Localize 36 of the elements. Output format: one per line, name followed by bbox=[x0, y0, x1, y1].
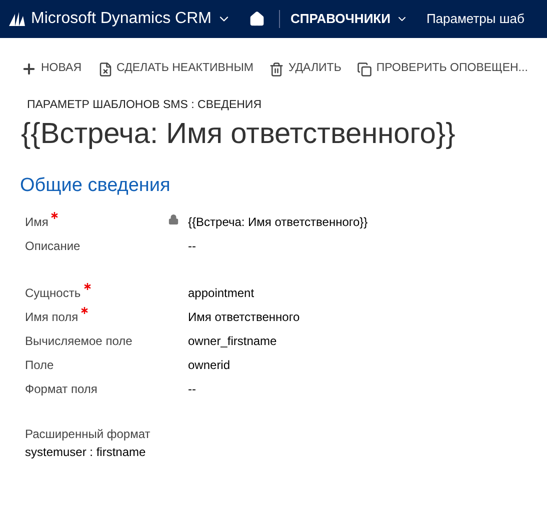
record-title: {{Встреча: Имя ответственного}} bbox=[20, 117, 456, 152]
field-value: Имя ответственного bbox=[188, 308, 300, 326]
required-icon bbox=[84, 282, 91, 290]
toolbar-button[interactable]: СДЕЛАТЬ НЕАКТИВНЫМ bbox=[98, 60, 254, 78]
lock-icon bbox=[168, 214, 179, 225]
field-label: Сущность bbox=[25, 284, 81, 302]
section-title: Общие сведения bbox=[19, 174, 172, 198]
toolbar-button[interactable]: ПРОВЕРИТЬ ОПОВЕЩЕН... bbox=[357, 60, 528, 78]
field-value: systemuser : firstname bbox=[25, 444, 147, 461]
required-icon bbox=[51, 212, 58, 219]
toolbar-button[interactable]: УДАЛИТЬ bbox=[269, 60, 342, 78]
page-link[interactable]: Параметры шаб bbox=[426, 9, 524, 29]
field-label: Имя поля bbox=[25, 308, 78, 326]
documents-icon bbox=[357, 62, 372, 76]
toolbar-button[interactable]: НОВАЯ bbox=[21, 60, 82, 78]
trash-icon bbox=[269, 62, 284, 76]
logo-icon bbox=[9, 12, 25, 26]
home-icon[interactable] bbox=[249, 11, 266, 27]
entity-caption: ПАРАМЕТР ШАБЛОНОВ SMS : СВЕДЕНИЯ bbox=[27, 98, 262, 113]
field-label: Вычисляемое поле bbox=[25, 332, 132, 350]
app-title-button[interactable]: Microsoft Dynamics CRM bbox=[31, 7, 232, 31]
field-value: {{Встреча: Имя ответственного}} bbox=[188, 214, 368, 231]
area-menu[interactable]: СПРАВОЧНИКИ bbox=[290, 9, 408, 29]
field-label: Описание bbox=[25, 238, 80, 255]
field-value: owner_firstname bbox=[188, 332, 277, 350]
field-label: Поле bbox=[25, 356, 54, 374]
required-icon bbox=[81, 306, 88, 314]
field-value: -- bbox=[188, 238, 196, 255]
plus-icon bbox=[21, 61, 37, 77]
field-label: Формат поля bbox=[25, 380, 98, 398]
field-label: Имя bbox=[25, 214, 48, 231]
field-value: -- bbox=[188, 380, 196, 398]
field-value: ownerid bbox=[188, 356, 230, 374]
document-icon bbox=[98, 62, 113, 76]
field-label: Расширенный формат bbox=[25, 426, 152, 443]
field-value: appointment bbox=[188, 284, 254, 302]
